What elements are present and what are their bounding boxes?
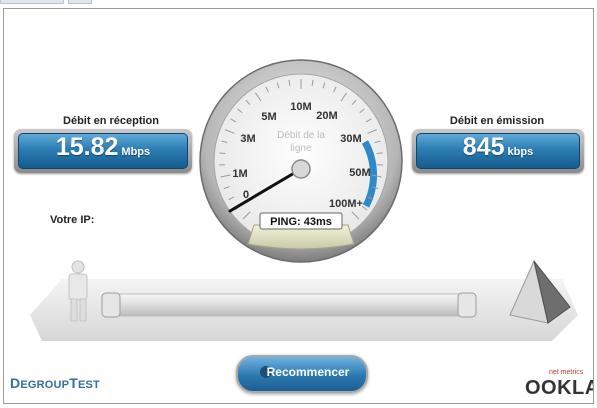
- gauge-tick: [219, 152, 226, 155]
- pipe-left-cap: [101, 292, 121, 318]
- connection-pipe: [101, 293, 473, 317]
- top-mark: ˙ ˙: [560, 0, 569, 6]
- upload-value-wrap: 845 kbps: [412, 133, 584, 162]
- gauge-label-50m: 50M: [349, 167, 370, 179]
- brand-part-4: EST: [77, 379, 100, 391]
- download-value-wrap: 15.82 Mbps: [14, 133, 192, 162]
- upload-value: 845: [462, 133, 505, 161]
- browser-tab[interactable]: [0, 0, 64, 4]
- download-unit: Mbps: [121, 146, 151, 158]
- browser-tab[interactable]: [68, 0, 92, 4]
- degrouptest-logo: DEGROUPTEST: [10, 375, 100, 391]
- speed-gauge: 0 1M 3M 5M 10M 20M 30M 50M 100M+ Débit d…: [199, 59, 403, 263]
- brand-part-3: T: [69, 375, 78, 391]
- gauge-label-20m: 20M: [316, 110, 337, 122]
- pipe-right-cap: [457, 292, 477, 318]
- download-value: 15.82: [55, 133, 119, 161]
- top-strip: ˙ ˙: [0, 0, 597, 8]
- download-title: Débit en réception: [63, 115, 159, 127]
- gauge-tick: [376, 152, 383, 155]
- speedtest-frame: Débit en réception 15.82 Mbps Débit en ém…: [3, 8, 594, 404]
- download-meter: 15.82 Mbps: [14, 129, 192, 173]
- upload-unit: kbps: [507, 146, 534, 158]
- ping-label: PING: 43ms: [270, 216, 332, 228]
- upload-title: Débit en émission: [449, 115, 545, 127]
- gauge-label-10m: 10M: [290, 101, 311, 113]
- upload-meter: 845 kbps: [412, 129, 584, 173]
- gauge-label-1m: 1M: [232, 168, 247, 180]
- gauge-label-3m: 3M: [240, 133, 255, 145]
- brand-part-2: EGROUP: [20, 379, 70, 391]
- ip-label: Votre IP:: [50, 214, 95, 226]
- gauge-center-text-line1: Débit de la: [277, 130, 325, 141]
- gauge-center-text-line2: ligne: [290, 143, 312, 154]
- ookla-logo: OOKLA: [525, 377, 594, 399]
- restart-button-label: Recommencer: [266, 365, 350, 379]
- gauge-label-100m: 100M+: [329, 198, 363, 210]
- gauge-label-5m: 5M: [261, 111, 276, 123]
- gauge-needle-hub: [291, 159, 311, 179]
- gauge-label-30m: 30M: [340, 133, 361, 145]
- restart-button[interactable]: Recommencer: [236, 355, 368, 393]
- netmetrics-label: net metrics: [549, 369, 584, 376]
- brand-part-1: D: [10, 375, 21, 391]
